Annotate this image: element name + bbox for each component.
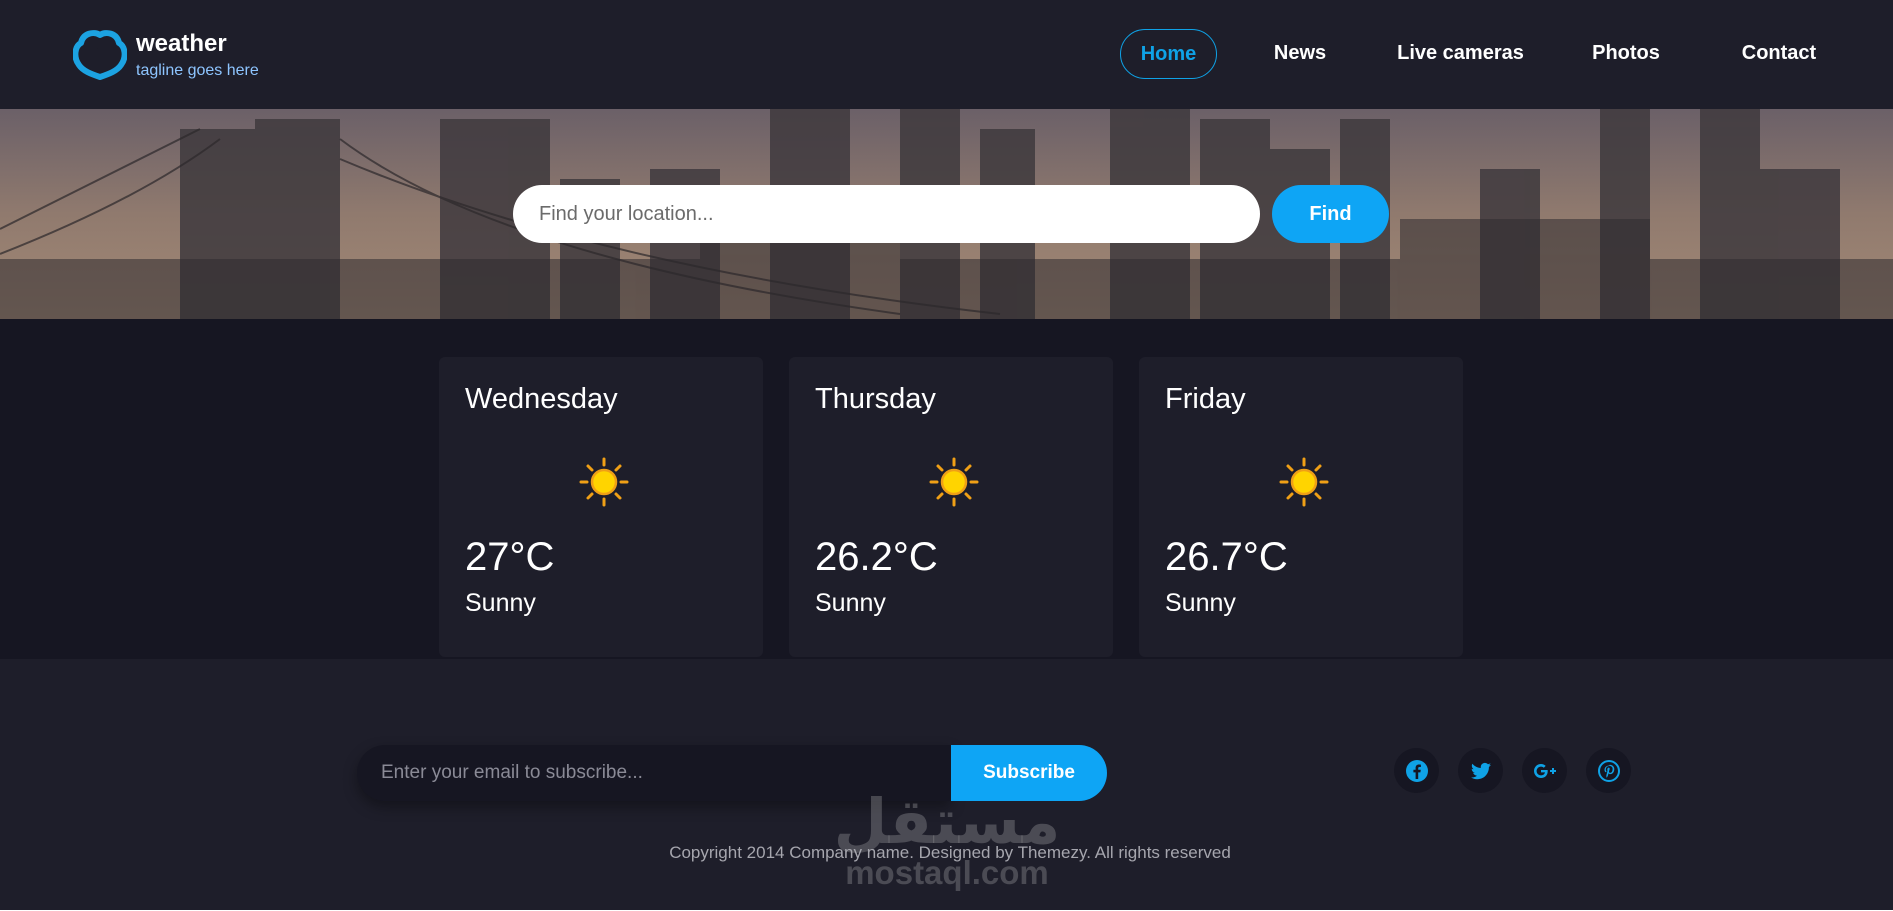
forecast-temperature: 26.2°C	[815, 535, 938, 579]
forecast-day: Friday	[1165, 383, 1246, 415]
google-plus-link[interactable]	[1522, 748, 1567, 793]
location-search-input[interactable]	[513, 185, 1260, 243]
forecast-section: Wednesday 27°C Sunny Thursday 26.2°C Sun	[0, 319, 1893, 659]
copyright-text: Copyright 2014 Company name. Designed by…	[669, 843, 1231, 862]
forecast-temperature: 27°C	[465, 535, 555, 579]
twitter-icon	[1470, 762, 1491, 779]
facebook-link[interactable]	[1394, 748, 1439, 793]
sun-icon	[579, 457, 629, 507]
google-plus-icon	[1533, 763, 1556, 778]
forecast-condition: Sunny	[1165, 589, 1236, 617]
nav-item-photos[interactable]: Photos	[1566, 29, 1686, 79]
sun-icon	[1279, 457, 1329, 507]
main-nav: Home News Live cameras Photos Contact	[0, 29, 1893, 79]
nav-item-news[interactable]: News	[1245, 29, 1355, 79]
pinterest-icon	[1597, 759, 1620, 782]
facebook-icon	[1405, 759, 1428, 782]
site-footer: Subscribe مستقل mostaql.com Copyright 20…	[0, 659, 1893, 910]
sun-icon	[929, 457, 979, 507]
nav-item-contact[interactable]: Contact	[1714, 29, 1844, 79]
forecast-condition: Sunny	[465, 589, 536, 617]
forecast-day: Wednesday	[465, 383, 618, 415]
forecast-temperature: 26.7°C	[1165, 535, 1288, 579]
site-header: weather tagline goes here Home News Live…	[0, 0, 1893, 109]
location-search-box	[513, 185, 1260, 243]
nav-item-live-cameras[interactable]: Live cameras	[1383, 29, 1538, 79]
forecast-day: Thursday	[815, 383, 936, 415]
hero-banner: Find	[0, 109, 1893, 319]
find-button[interactable]: Find	[1272, 185, 1389, 243]
forecast-card: Thursday 26.2°C Sunny	[789, 357, 1113, 657]
pinterest-link[interactable]	[1586, 748, 1631, 793]
mostaql-watermark: مستقل mostaql.com	[832, 792, 1062, 890]
forecast-card: Wednesday 27°C Sunny	[439, 357, 763, 657]
forecast-condition: Sunny	[815, 589, 886, 617]
nav-item-home[interactable]: Home	[1120, 29, 1217, 79]
twitter-link[interactable]	[1458, 748, 1503, 793]
forecast-card: Friday 26.7°C Sunny	[1139, 357, 1463, 657]
